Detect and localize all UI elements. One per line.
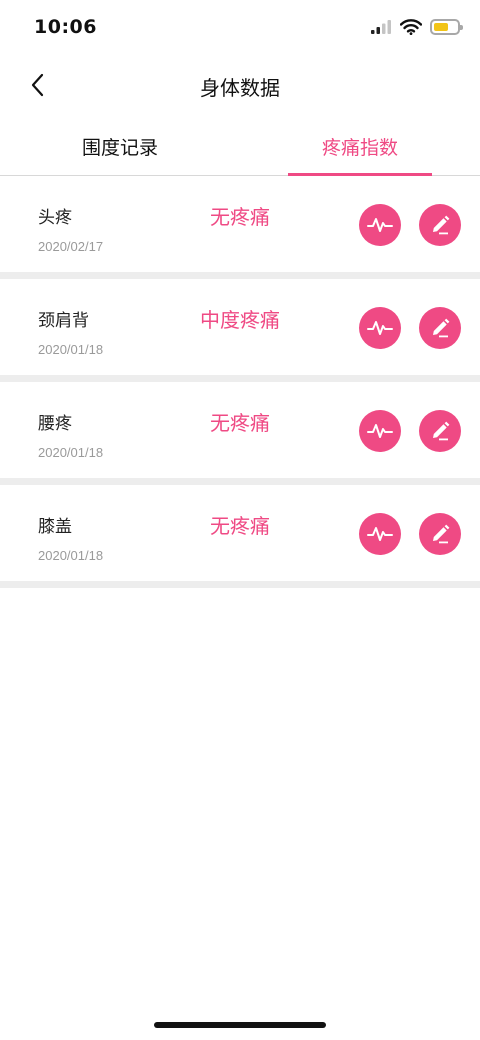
status-icons <box>370 19 463 35</box>
signal-icon <box>371 20 391 34</box>
heartbeat-icon <box>367 424 393 438</box>
chart-button[interactable] <box>359 204 401 246</box>
record-name: 颈肩背 <box>38 311 89 331</box>
record-name: 头疼 <box>38 208 72 228</box>
home-indicator[interactable] <box>154 1022 326 1028</box>
chart-button[interactable] <box>359 513 401 555</box>
chart-button[interactable] <box>359 307 401 349</box>
record-pain-level: 无疼痛 <box>210 411 270 435</box>
pencil-icon <box>433 421 450 441</box>
status-time: 10:06 <box>34 16 97 38</box>
nav-bar: 身体数据 <box>0 58 480 112</box>
wifi-icon <box>400 19 422 35</box>
pencil-icon <box>433 318 450 338</box>
heartbeat-icon <box>367 218 393 232</box>
record-name: 膝盖 <box>38 517 72 537</box>
record-date: 2020/01/18 <box>38 548 104 563</box>
status-bar: 10:06 <box>0 0 480 58</box>
record-date: 2020/01/18 <box>38 342 104 357</box>
list-item[interactable]: 膝盖 2020/01/18 无疼痛 <box>0 485 480 588</box>
record-name: 腰疼 <box>38 414 72 434</box>
tab-label: 围度记录 <box>81 137 158 159</box>
edit-button[interactable] <box>419 410 461 452</box>
list-item[interactable]: 颈肩背 2020/01/18 中度疼痛 <box>0 279 480 382</box>
pencil-icon <box>433 215 450 235</box>
pain-record-list: 头疼 2020/02/17 无疼痛 颈肩背 2020/01/18 中度疼痛 腰疼… <box>0 176 480 588</box>
record-date: 2020/02/17 <box>38 239 104 254</box>
tab-pain-index[interactable]: 疼痛指数 <box>240 118 480 176</box>
record-pain-level: 中度疼痛 <box>200 308 280 332</box>
record-pain-level: 无疼痛 <box>210 514 270 538</box>
list-item[interactable]: 头疼 2020/02/17 无疼痛 <box>0 176 480 279</box>
heartbeat-icon <box>367 321 393 335</box>
page-title: 身体数据 <box>200 76 280 100</box>
edit-button[interactable] <box>419 307 461 349</box>
list-item[interactable]: 腰疼 2020/01/18 无疼痛 <box>0 382 480 485</box>
tab-girth-record[interactable]: 围度记录 <box>0 118 240 175</box>
edit-button[interactable] <box>419 204 461 246</box>
tab-label: 疼痛指数 <box>321 137 398 159</box>
edit-button[interactable] <box>419 513 461 555</box>
pencil-icon <box>433 524 450 544</box>
tab-bar: 围度记录 疼痛指数 <box>0 118 480 176</box>
heartbeat-icon <box>367 527 393 541</box>
chart-button[interactable] <box>359 410 401 452</box>
record-date: 2020/01/18 <box>38 445 104 460</box>
battery-icon <box>430 19 463 35</box>
record-pain-level: 无疼痛 <box>210 205 270 229</box>
